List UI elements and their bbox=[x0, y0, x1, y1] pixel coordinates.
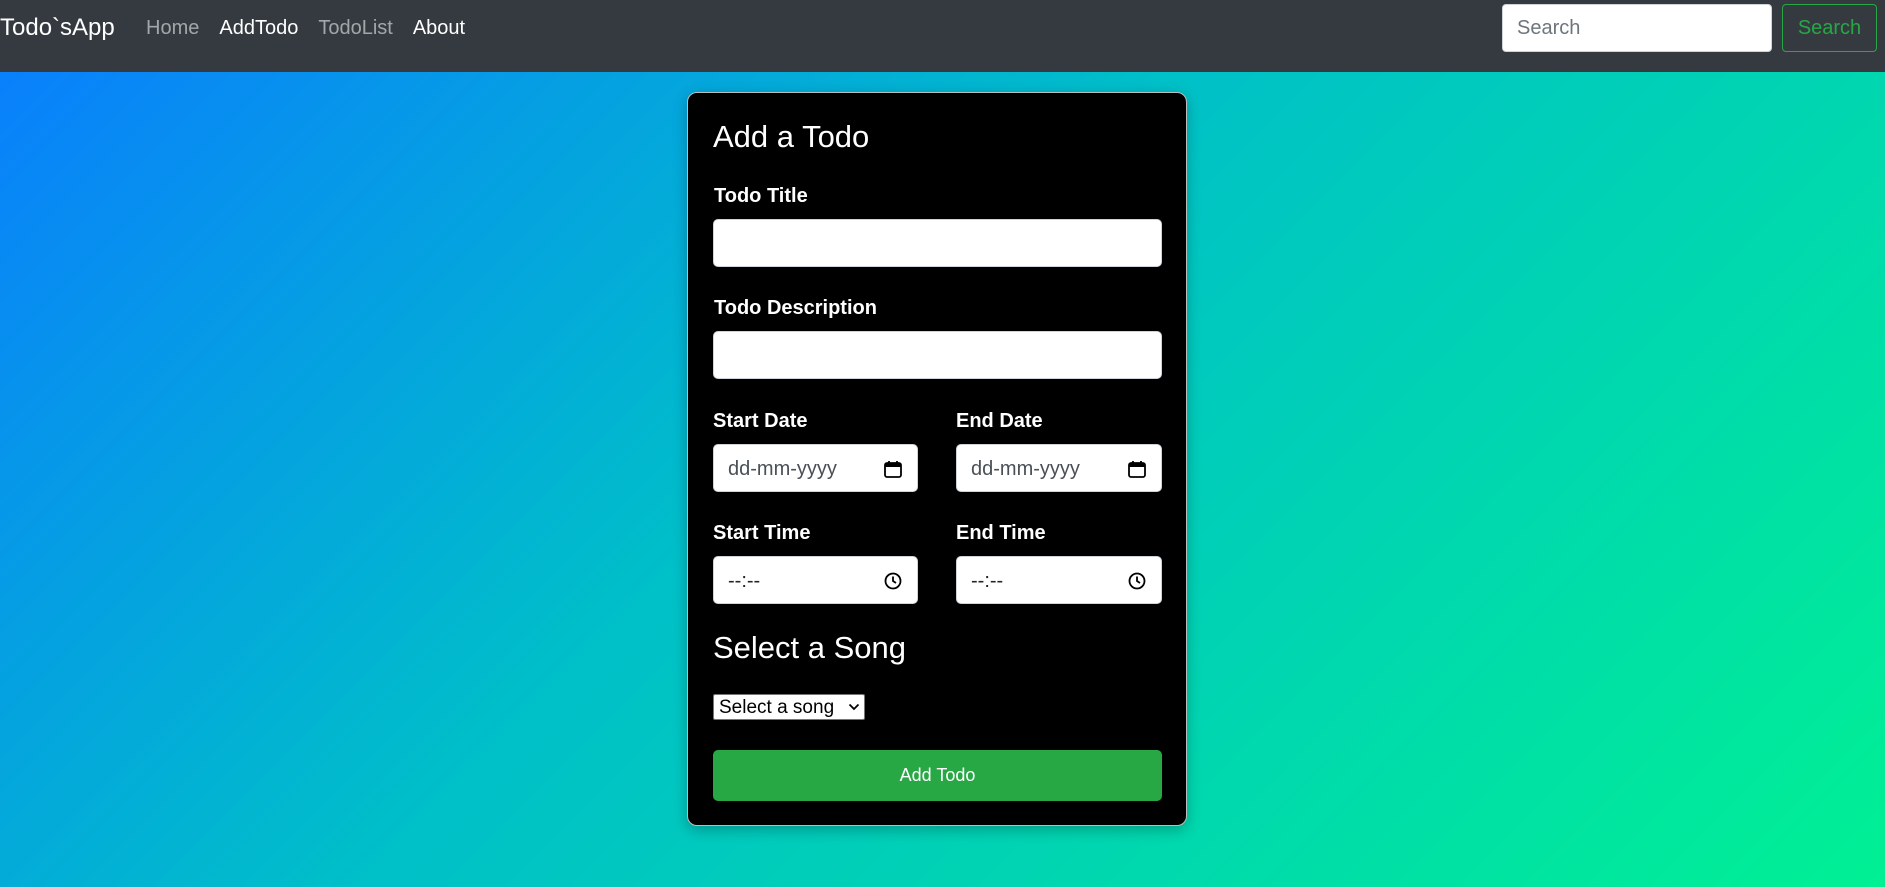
start-time-input[interactable]: --:-- bbox=[713, 556, 918, 604]
nav-link-todolist[interactable]: TodoList bbox=[318, 16, 393, 40]
todo-description-input[interactable] bbox=[713, 331, 1162, 379]
nav-link-home[interactable]: Home bbox=[146, 16, 199, 40]
todo-title-label: Todo Title bbox=[714, 185, 808, 207]
end-time-label: End Time bbox=[956, 522, 1046, 544]
start-date-placeholder: dd-mm-yyyy bbox=[728, 458, 837, 480]
start-time-placeholder: --:-- bbox=[728, 570, 761, 592]
clock-icon[interactable] bbox=[1127, 571, 1147, 591]
end-date-placeholder: dd-mm-yyyy bbox=[971, 458, 1080, 480]
search-input[interactable] bbox=[1502, 4, 1772, 52]
search-button[interactable]: Search bbox=[1782, 4, 1877, 52]
clock-icon[interactable] bbox=[883, 571, 903, 591]
end-date-label: End Date bbox=[956, 410, 1043, 432]
todo-description-label: Todo Description bbox=[714, 297, 877, 319]
song-heading: Select a Song bbox=[713, 630, 907, 665]
song-select[interactable]: Select a song bbox=[713, 694, 865, 720]
start-date-label: Start Date bbox=[713, 410, 808, 432]
start-date-input[interactable]: dd-mm-yyyy bbox=[713, 444, 918, 492]
calendar-icon[interactable] bbox=[883, 459, 903, 479]
end-time-placeholder: --:-- bbox=[971, 570, 1004, 592]
song-select-value: Select a song bbox=[719, 697, 835, 718]
navbar: Todo`sApp Home AddTodo TodoList About Se… bbox=[0, 0, 1885, 72]
nav-link-about[interactable]: About bbox=[413, 16, 465, 40]
end-date-input[interactable]: dd-mm-yyyy bbox=[956, 444, 1162, 492]
form-title: Add a Todo bbox=[713, 119, 870, 154]
nav-link-addtodo[interactable]: AddTodo bbox=[219, 16, 298, 40]
end-time-input[interactable]: --:-- bbox=[956, 556, 1162, 604]
start-time-label: Start Time bbox=[713, 522, 811, 544]
add-todo-button[interactable]: Add Todo bbox=[713, 750, 1162, 801]
chevron-down-icon bbox=[848, 703, 860, 711]
brand-logo[interactable]: Todo`sApp bbox=[0, 12, 115, 44]
add-todo-card: Add a Todo Todo Title Todo Description S… bbox=[687, 92, 1187, 826]
todo-title-input[interactable] bbox=[713, 219, 1162, 267]
calendar-icon[interactable] bbox=[1127, 459, 1147, 479]
nav-links: Home AddTodo TodoList About bbox=[146, 16, 485, 40]
